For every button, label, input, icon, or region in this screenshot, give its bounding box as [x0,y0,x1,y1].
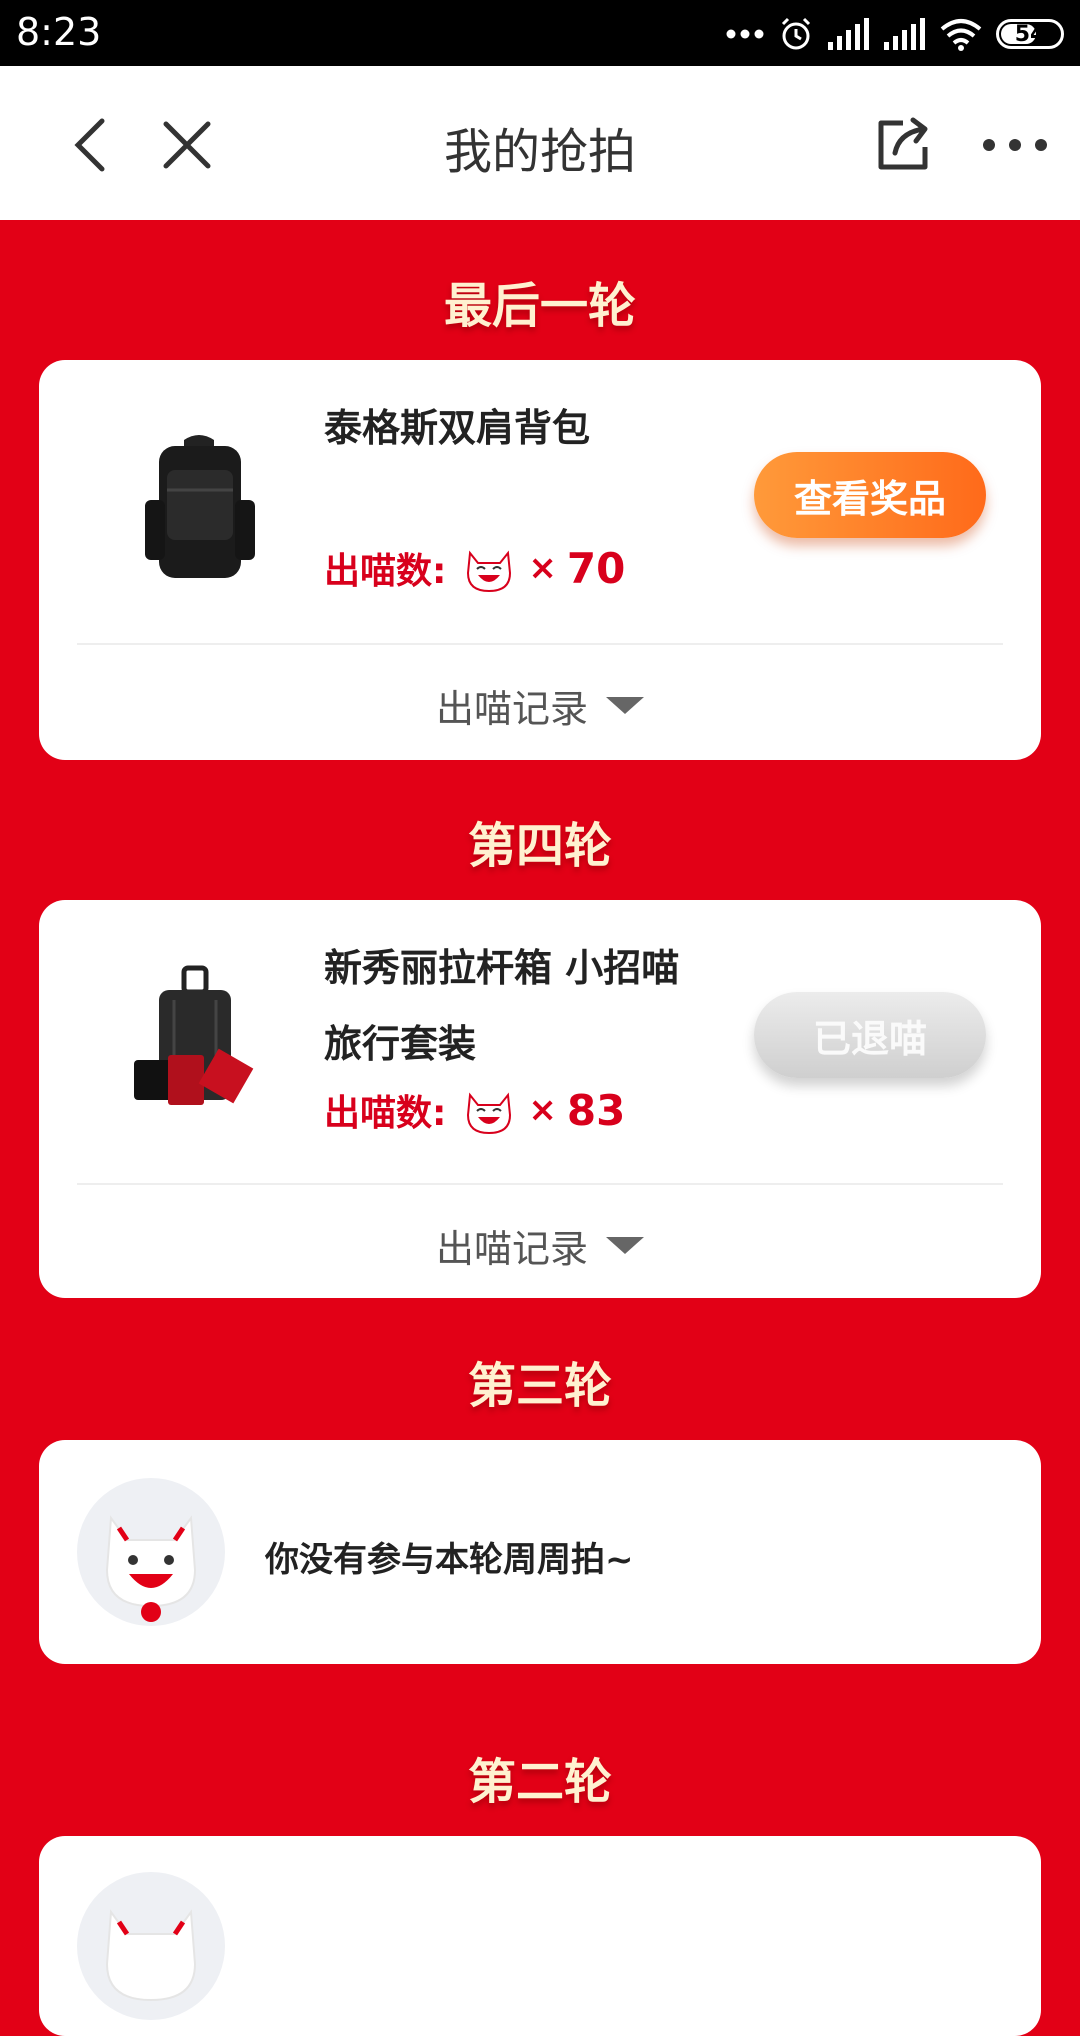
cat-face-icon [467,1092,512,1135]
round-card-fourth: 新秀丽拉杆箱 小招喵旅行套装 出喵数: × 83 已退喵 出喵记录 [39,900,1041,1298]
more-icon [983,139,1047,151]
card-divider [77,1183,1003,1185]
battery-level: 54 [1014,21,1046,47]
suitcase-icon [134,965,254,1105]
signal-icon [828,18,869,50]
empty-message: 你没有参与本轮周周拍~ [265,1540,634,1580]
view-prize-button[interactable]: 查看奖品 [754,452,986,538]
round-card-final: 泰格斯双肩背包 出喵数: × 70 查看奖品 出喵记录 [39,360,1041,760]
round-title-third: 第三轮 [467,1358,612,1414]
backpack-icon [145,435,255,578]
round-card-second [39,1836,1041,2036]
count-row: 出喵数: × 83 [324,1084,625,1136]
wifi-icon [940,19,982,51]
share-button[interactable] [868,110,938,180]
mascot-avatar [77,1872,225,2020]
round-title-second: 第二轮 [467,1754,612,1810]
record-label: 出喵记录 [435,1227,588,1271]
product-image-suitcase[interactable] [99,940,299,1140]
chevron-down-icon [606,1237,644,1254]
battery-indicator: 54 [996,19,1064,49]
round-title-final: 最后一轮 [443,278,636,334]
count-value: 83 [566,1085,626,1135]
product-name: 泰格斯双肩背包 [324,406,591,450]
round-card-third: 你没有参与本轮周周拍~ [39,1440,1041,1664]
mascot-cat-icon [105,1909,197,2002]
chevron-down-icon [606,697,644,714]
round-title-fourth: 第四轮 [467,818,612,874]
count-value: 70 [566,543,626,593]
count-label: 出喵数: [324,1093,447,1134]
mascot-avatar [77,1478,225,1626]
status-icons: 54 [726,14,1064,54]
product-image-backpack[interactable] [99,410,299,610]
more-button[interactable] [970,110,1060,180]
record-label: 出喵记录 [435,687,588,731]
more-dots-icon [726,29,764,39]
card-divider [77,643,1003,645]
count-multiplier: × [528,548,557,588]
nav-bar: 我的抢拍 [0,66,1080,220]
count-row: 出喵数: × 70 [324,542,625,594]
status-time: 8:23 [16,10,102,54]
share-icon [878,117,928,170]
status-bar: 8:23 54 [0,0,1080,66]
refunded-button[interactable]: 已退喵 [754,992,986,1078]
product-name: 新秀丽拉杆箱 小招喵旅行套装 [324,946,680,1066]
record-toggle[interactable]: 出喵记录 [39,678,1041,733]
count-multiplier: × [528,1090,557,1130]
mascot-cat-icon [105,1515,197,1622]
cat-face-icon [467,550,512,593]
signal-icon-2 [884,18,925,50]
count-label: 出喵数: [324,551,447,592]
record-toggle[interactable]: 出喵记录 [39,1218,1041,1273]
alarm-icon [781,17,811,50]
